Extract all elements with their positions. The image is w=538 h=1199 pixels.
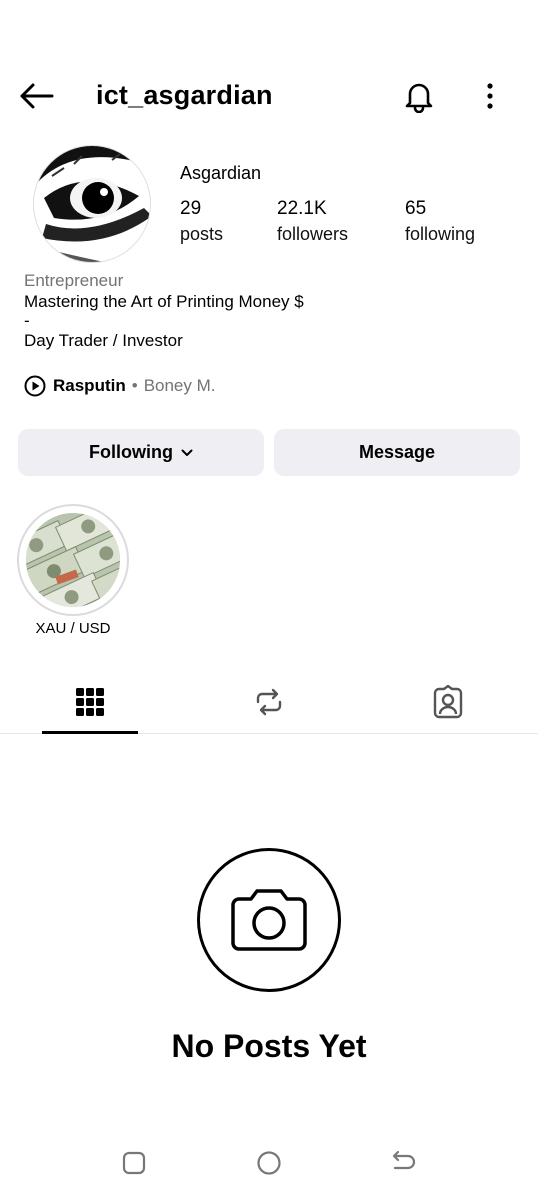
play-circle-icon (24, 375, 46, 397)
bio-separator: - (24, 311, 30, 330)
more-options-button[interactable] (470, 76, 510, 116)
back-icon (392, 1150, 416, 1170)
eye-close-up-avatar (34, 146, 150, 262)
tab-tagged[interactable] (400, 670, 496, 734)
back-button[interactable] (14, 78, 58, 114)
posts-stat[interactable]: 29 posts (180, 198, 223, 245)
system-home-button[interactable] (254, 1148, 284, 1178)
posts-count: 29 (180, 198, 202, 219)
followers-count: 22.1K (277, 198, 327, 219)
following-button-label: Following (89, 442, 173, 462)
highlight-label: XAU / USD (35, 620, 111, 637)
bio-line: Day Trader / Investor (24, 331, 183, 350)
active-tab-indicator (42, 731, 138, 734)
bio-category: Entrepreneur (24, 271, 124, 290)
display-name: Asgardian (180, 163, 262, 183)
bell-icon (405, 83, 433, 113)
story-highlight[interactable] (17, 504, 129, 616)
more-vertical-icon (487, 83, 493, 109)
chevron-down-icon (181, 449, 193, 456)
dollar-bills-image (26, 513, 120, 607)
system-recents-button[interactable] (119, 1148, 149, 1178)
highlight-cover (26, 513, 120, 607)
followers-stat[interactable]: 22.1K followers (277, 198, 348, 245)
posts-label: posts (180, 224, 224, 244)
following-stat[interactable]: 65 following (405, 198, 475, 245)
bio: Entrepreneur Mastering the Art of Printi… (24, 270, 304, 351)
following-button[interactable]: Following (18, 429, 264, 476)
following-count: 65 (405, 198, 427, 219)
camera-icon (231, 889, 307, 951)
song-artist: Boney M. (143, 376, 216, 395)
message-button[interactable]: Message (274, 429, 520, 476)
grid-icon (76, 688, 104, 716)
followers-label: followers (277, 224, 349, 244)
tab-reposts[interactable] (221, 670, 317, 734)
recents-icon (122, 1151, 146, 1175)
profile-tabs (0, 670, 538, 734)
tagged-person-icon (433, 685, 463, 719)
home-icon (257, 1151, 281, 1175)
notifications-button[interactable] (398, 76, 440, 116)
song-title: Rasputin (53, 376, 126, 395)
profile-page: ict_asgardian Asgardian 29 posts 22.1K f… (0, 0, 538, 1199)
empty-state-icon-circle (197, 848, 341, 992)
song-separator: • (131, 376, 138, 395)
avatar[interactable] (33, 145, 151, 263)
profile-music[interactable]: Rasputin • Boney M. (24, 374, 216, 398)
top-bar: ict_asgardian (0, 70, 538, 122)
bio-line: Mastering the Art of Printing Money $ (24, 292, 304, 311)
system-back-button[interactable] (388, 1148, 418, 1178)
following-label: following (405, 224, 476, 244)
empty-state-title: No Posts Yet (171, 1028, 367, 1064)
arrow-left-icon (20, 83, 54, 109)
message-button-label: Message (358, 442, 436, 462)
repost-icon (256, 688, 282, 716)
tab-posts-grid[interactable] (42, 670, 138, 734)
profile-username: ict_asgardian (96, 80, 273, 110)
